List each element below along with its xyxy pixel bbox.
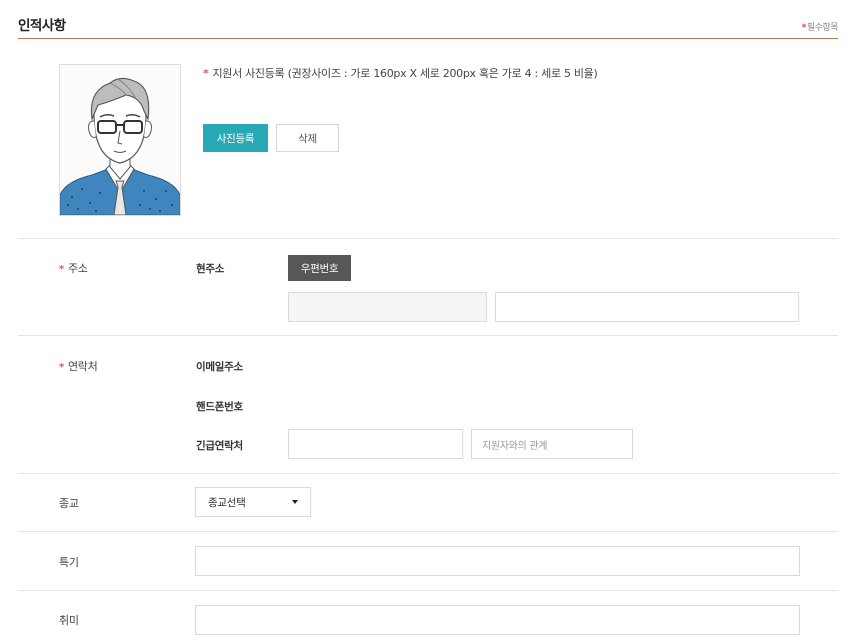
required-star: * xyxy=(801,23,807,33)
required-star: * xyxy=(59,362,64,373)
divider xyxy=(18,335,838,336)
required-star: * xyxy=(59,264,64,275)
religion-select[interactable]: 종교선택 xyxy=(195,487,311,517)
skill-label: 특기 xyxy=(59,556,79,569)
avatar-illustration xyxy=(60,65,180,215)
divider xyxy=(18,473,838,474)
required-note-text: 필수항목 xyxy=(806,23,839,33)
religion-select-value: 종교선택 xyxy=(208,496,246,509)
section-title: 인적사항 xyxy=(18,18,66,34)
emergency-contact-label: 긴급연락처 xyxy=(196,440,243,452)
divider xyxy=(18,531,838,532)
photo-guide-text: * 지원서 사진등록 (권장사이즈 : 가로 160px X 세로 200px 혹… xyxy=(203,65,598,81)
divider xyxy=(18,590,838,591)
zipcode-button[interactable]: 우편번호 xyxy=(288,255,351,281)
profile-photo xyxy=(59,64,181,216)
hobby-field[interactable] xyxy=(195,605,800,635)
address-label: * 주소 xyxy=(59,260,88,276)
relationship-field[interactable]: 지원자와의 관계 xyxy=(471,429,633,459)
upload-photo-button[interactable]: 사진등록 xyxy=(203,124,268,152)
address-label-text: 주소 xyxy=(67,262,88,275)
divider xyxy=(18,238,838,239)
religion-label: 종교 xyxy=(59,497,79,510)
required-star: * xyxy=(203,67,209,80)
caret-down-icon xyxy=(292,500,298,504)
current-address-label: 현주소 xyxy=(196,263,225,275)
email-label: 이메일주소 xyxy=(196,361,243,373)
hobby-label: 취미 xyxy=(59,614,79,627)
zipcode-address-field[interactable] xyxy=(288,292,487,322)
photo-guide-label: 지원서 사진등록 (권장사이즈 : 가로 160px X 세로 200px 혹은… xyxy=(212,67,598,80)
address-detail-field[interactable] xyxy=(495,292,799,322)
emergency-contact-field[interactable] xyxy=(288,429,463,459)
title-rule xyxy=(18,38,838,39)
mobile-label: 핸드폰번호 xyxy=(196,401,243,413)
skill-field[interactable] xyxy=(195,546,800,576)
contact-label-text: 연락처 xyxy=(67,360,98,373)
contact-label: * 연락처 xyxy=(59,358,98,374)
required-note: *필수항목 xyxy=(801,20,839,33)
delete-photo-button[interactable]: 삭제 xyxy=(276,124,339,152)
